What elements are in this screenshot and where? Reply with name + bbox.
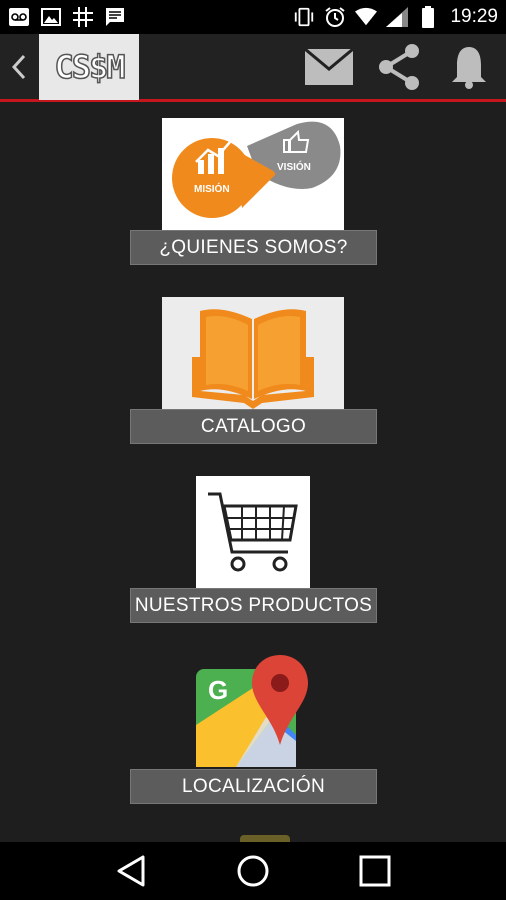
chevron-left-icon [11,54,26,79]
nav-recents-button[interactable] [350,846,400,896]
bell-icon [452,46,486,89]
menu-item-catalogo[interactable]: CATALOGO [0,297,506,445]
mission-vision-icon: MISIÓN VISIÓN [162,118,344,230]
signal-icon [386,6,409,28]
google-g-text: G [208,675,229,705]
menu-item-localizacion[interactable]: G LOCALIZACIÓN [0,655,506,805]
back-button[interactable] [0,33,38,101]
battery-icon [417,6,439,28]
notification-icons [8,6,126,28]
grid-icon [72,6,94,28]
vibrate-icon [293,6,315,28]
menu-label[interactable]: LOCALIZACIÓN [130,769,377,804]
alarm-icon [324,6,346,28]
next-item-peek [240,835,290,842]
mail-button[interactable] [304,42,354,92]
nav-back-button[interactable] [106,846,156,896]
app-actions [304,42,506,92]
wifi-icon [355,6,378,28]
menu-label[interactable]: CATALOGO [130,409,377,444]
main-menu: MISIÓN VISIÓN ¿QUIENES SOMOS? CATALOGO N… [0,105,506,842]
logo-text: CS$M [54,47,127,87]
google-maps-icon: G [196,655,310,769]
notifications-button[interactable] [444,42,494,92]
clock: 19:29 [450,6,498,27]
menu-item-nuestros-productos[interactable]: NUESTROS PRODUCTOS [0,476,506,624]
status-bar: 19:29 [0,0,506,34]
shopping-cart-icon [196,476,310,588]
system-icons: 19:29 [293,6,498,28]
share-icon [379,43,419,90]
voicemail-icon [8,6,30,28]
message-icon [104,6,126,28]
menu-label[interactable]: ¿QUIENES SOMOS? [130,230,377,265]
recents-square-icon [359,855,391,887]
share-button[interactable] [374,42,424,92]
app-logo: CS$M [39,33,139,100]
app-bar: CS$M [0,33,506,102]
nav-home-button[interactable] [228,846,278,896]
vision-text: VISIÓN [277,162,311,173]
menu-item-quienes-somos[interactable]: MISIÓN VISIÓN ¿QUIENES SOMOS? [0,118,506,266]
navigation-bar [0,842,506,900]
book-icon [162,297,344,409]
image-icon [40,6,62,28]
mision-text: MISIÓN [194,184,230,195]
home-circle-icon [237,855,269,887]
menu-label[interactable]: NUESTROS PRODUCTOS [130,588,377,623]
mail-icon [305,48,353,85]
back-triangle-icon [117,855,145,887]
